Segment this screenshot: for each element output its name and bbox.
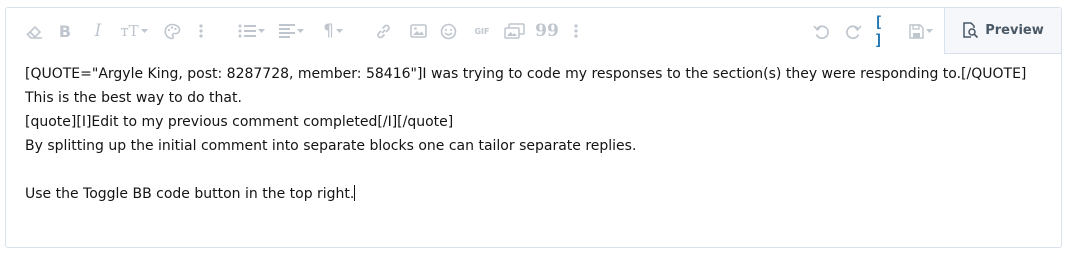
text-line-last: Use the Toggle BB code button in the top…: [25, 182, 1051, 206]
smile-icon: [440, 23, 456, 39]
paragraph-button[interactable]: ¶: [318, 21, 348, 41]
preview-icon: [963, 22, 979, 39]
media-icon: [503, 23, 525, 39]
text-color-button[interactable]: [163, 21, 181, 41]
gif-icon: GIF: [474, 26, 490, 36]
editor-textarea[interactable]: [QUOTE="Argyle King, post: 8287728, memb…: [25, 62, 1051, 206]
preview-button[interactable]: Preview: [944, 8, 1061, 54]
text-line: [quote][I]Edit to my previous comment co…: [25, 114, 454, 130]
remove-formatting-button[interactable]: [25, 21, 43, 41]
italic-icon: I: [94, 21, 102, 41]
image-icon: [409, 24, 427, 38]
text-size-button[interactable]: тT: [118, 21, 150, 41]
quote-button[interactable]: 99: [535, 21, 559, 41]
save-icon: [909, 23, 924, 39]
more-vertical-icon: [574, 24, 578, 38]
gif-button[interactable]: GIF: [472, 21, 492, 41]
bold-button[interactable]: B: [57, 21, 73, 41]
toggle-bbcode-button[interactable]: [ ]: [874, 13, 896, 49]
insert-image-button[interactable]: [409, 21, 427, 41]
editor-toolbar: B I тT ¶ GIF 99 [] Preview: [6, 8, 1061, 54]
text-cursor: [354, 185, 356, 201]
smilies-button[interactable]: [439, 21, 457, 41]
undo-button[interactable]: [811, 21, 831, 41]
text-line: [25, 158, 1051, 182]
media-button[interactable]: [503, 21, 525, 41]
text-size-icon: тT: [120, 22, 139, 40]
rich-text-editor: B I тT ¶ GIF 99 [] Preview [QUOTE="Argy…: [5, 7, 1062, 248]
paragraph-icon: ¶: [323, 21, 334, 41]
palette-icon: [163, 23, 180, 39]
chevron-down-icon: [140, 28, 148, 33]
italic-button[interactable]: I: [90, 21, 106, 41]
text-line: This is the best way to do that.: [25, 90, 242, 106]
chevron-down-icon: [335, 28, 343, 33]
text-line: By splitting up the initial comment into…: [25, 138, 637, 154]
more-text-options-button[interactable]: [196, 21, 206, 41]
chevron-down-icon: [257, 28, 265, 33]
link-button[interactable]: [374, 21, 392, 41]
list-icon: [238, 24, 256, 38]
bold-icon: B: [58, 21, 72, 41]
text-line: [QUOTE="Argyle King, post: 8287728, memb…: [25, 66, 1027, 82]
align-button[interactable]: [276, 21, 306, 41]
align-left-icon: [278, 24, 295, 38]
brackets-icon: [ ]: [874, 13, 883, 49]
drafts-button[interactable]: [905, 21, 937, 41]
quote-icon: 99: [535, 21, 559, 41]
eraser-icon: [25, 25, 42, 39]
redo-icon: [845, 24, 862, 39]
chevron-down-icon: [926, 28, 933, 33]
list-button[interactable]: [235, 21, 267, 41]
more-insert-options-button[interactable]: [571, 21, 581, 41]
undo-icon: [812, 24, 829, 39]
preview-label: Preview: [985, 23, 1044, 38]
text-line: Use the Toggle BB code button in the top…: [25, 186, 355, 202]
link-icon: [376, 24, 390, 38]
redo-button[interactable]: [843, 21, 863, 41]
more-vertical-icon: [199, 24, 203, 38]
chevron-down-icon: [296, 28, 304, 33]
